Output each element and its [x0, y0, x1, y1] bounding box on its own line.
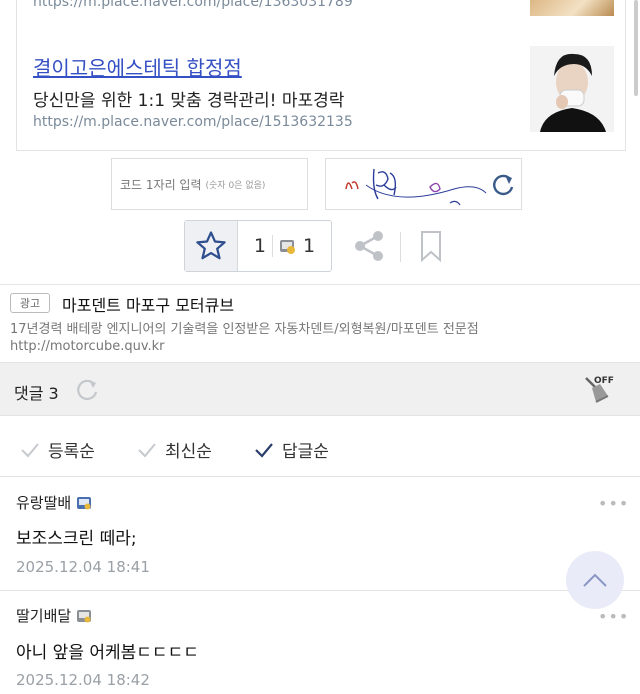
sort-label: 답글순: [282, 442, 329, 462]
comment-date: 2025.12.04 18:42: [16, 671, 150, 689]
comment-date: 2025.12.04 18:41: [16, 558, 150, 576]
captcha-refresh-icon[interactable]: [488, 170, 518, 200]
share-icon[interactable]: [352, 226, 388, 266]
divider: [0, 284, 640, 285]
captcha-input-label: 코드 1자리 입력: [120, 177, 202, 192]
captcha-input[interactable]: 코드 1자리 입력 (숫자 0은 없음): [111, 158, 308, 210]
comment-badge-icon: [280, 240, 295, 254]
comment-text: 아니 앞을 어케봄ㄷㄷㄷㄷ: [16, 643, 199, 663]
ad-url[interactable]: https://m.place.naver.com/place/13630317…: [33, 0, 353, 10]
sort-option-replies[interactable]: 답글순: [254, 437, 329, 462]
comment-text: 보조스크린 떼라;: [16, 529, 137, 549]
chevron-up-icon: [583, 573, 607, 587]
comment-author[interactable]: 딸기배달: [16, 605, 92, 626]
member-badge-icon: [77, 496, 92, 509]
reaction-bar: 1 1: [184, 220, 332, 272]
sort-label: 등록순: [48, 442, 95, 462]
divider: [0, 476, 640, 477]
text-ad-url[interactable]: http://motorcube.quv.kr: [10, 339, 165, 354]
check-icon: [21, 442, 39, 457]
refresh-icon[interactable]: [74, 377, 100, 403]
more-options-icon[interactable]: •••: [598, 607, 629, 626]
divider: [272, 235, 273, 257]
text-ad-title[interactable]: 마포덴트 마포구 모터큐브: [62, 292, 234, 316]
more-options-icon[interactable]: •••: [598, 494, 629, 513]
clean-filter-status: OFF: [594, 376, 614, 386]
check-icon: [138, 442, 156, 457]
ad-badge: 광고: [10, 293, 50, 313]
divider: [400, 232, 401, 262]
reaction-counts[interactable]: 1 1: [238, 221, 331, 271]
scrollbar[interactable]: [634, 0, 638, 96]
sort-label: 최신순: [165, 442, 212, 462]
like-count: 1: [253, 235, 266, 257]
text-ad-description: 17년경력 배테랑 엔지니어의 기술력을 인정받은 자동차덴트/외형복원/마포덴…: [10, 322, 479, 337]
ad-description: 당신만을 위한 1:1 맞춤 경락관리! 마포경락: [33, 91, 345, 111]
author-name: 딸기배달: [16, 607, 72, 625]
member-badge-icon: [77, 609, 92, 622]
ad-url[interactable]: https://m.place.naver.com/place/15136321…: [33, 114, 353, 130]
comments-title: 댓글 3: [14, 384, 59, 403]
sort-option-registered[interactable]: 등록순: [20, 437, 95, 462]
author-name: 유랑딸배: [16, 494, 72, 512]
sort-option-latest[interactable]: 최신순: [137, 437, 212, 462]
ad-title-link[interactable]: 결이고은에스테틱 합정점: [33, 52, 242, 81]
star-icon: [196, 231, 226, 260]
like-button[interactable]: [185, 221, 238, 271]
scroll-top-button[interactable]: [566, 551, 624, 609]
comment-author[interactable]: 유랑딸배: [16, 492, 92, 513]
comment-count: 1: [303, 235, 316, 257]
captcha-input-hint: (숫자 0은 없음): [205, 180, 266, 191]
divider: [0, 590, 640, 591]
ad-thumbnail[interactable]: [530, 0, 614, 16]
ad-thumbnail[interactable]: [530, 46, 614, 132]
check-icon: [255, 442, 273, 458]
bookmark-icon[interactable]: [420, 230, 442, 263]
